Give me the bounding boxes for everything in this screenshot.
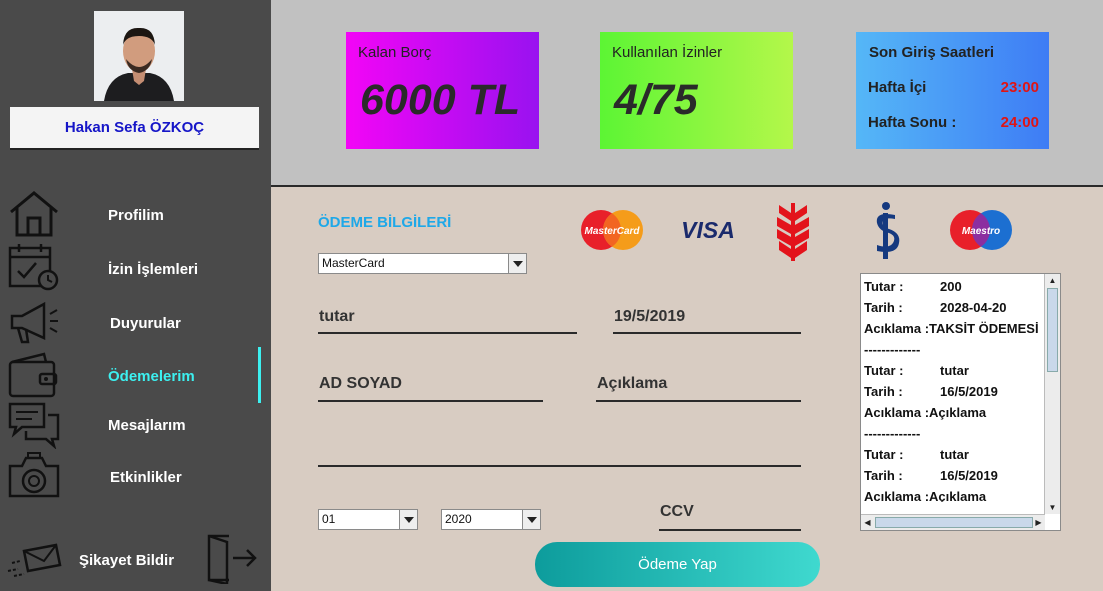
payment-history-content: Tutar :200 Tarih :2028-04-20 Acıklama :T… [864,276,1044,502]
debt-card: Kalan Borç 6000 TL [346,32,539,149]
calendar-icon [8,244,59,291]
visa-text: VISA [681,217,735,243]
name-field[interactable]: AD SOYAD [318,375,543,402]
maestro-text: Maestro [962,226,1000,237]
month-select[interactable]: 01 [318,509,418,530]
wallet-icon [8,352,58,398]
nav-izin-islemleri[interactable]: İzin İşlemleri [108,261,198,278]
nav-odemelerim[interactable]: Ödemelerim [108,368,195,385]
chevron-down-icon[interactable] [508,254,526,273]
scroll-up-icon[interactable]: ▲ [1046,274,1059,287]
list-separator: ------------- [864,426,921,441]
list-item: Tutar : tutar [864,447,969,462]
card-type-select[interactable]: MasterCard [318,253,527,274]
weekday-time: 23:00 [1000,79,1039,96]
year-value: 2020 [445,512,472,526]
user-name: Hakan Sefa ÖZKOÇ [64,119,205,136]
card-type-value: MasterCard [322,256,385,270]
list-item: Acıklama : Açıklama [864,489,987,502]
scroll-left-icon[interactable]: ◀ [861,516,874,529]
list-item: Tarih :2028-04-20 [864,300,1007,315]
list-separator: ------------- [864,342,921,357]
login-times-card: Son Giriş Saatleri Hafta İçi 23:00 Hafta… [856,32,1049,149]
scroll-right-icon[interactable]: ▶ [1032,516,1045,529]
list-item: Acıklama : TAKSİT ÖDEMESİ [864,321,1039,336]
list-item: Tarih :16/5/2019 [864,384,998,399]
logout-icon[interactable] [205,532,259,584]
extra-field[interactable] [318,433,801,467]
visa-logo: VISA [681,217,735,243]
horizontal-scroll-thumb[interactable] [875,517,1033,528]
payment-title: ÖDEME BİLGİLERİ [318,214,452,231]
leave-card: Kullanılan İzinler 4/75 [600,32,793,149]
envelope-icon [7,543,62,577]
isbank-logo [876,202,900,259]
scroll-down-icon[interactable]: ▼ [1046,501,1059,514]
chevron-down-icon[interactable] [522,510,540,529]
list-item: Tarih :16/5/2019 [864,468,998,483]
list-item: Acıklama : Açıklama [864,405,987,420]
description-field[interactable]: Açıklama [596,375,801,402]
month-value: 01 [322,512,336,526]
chevron-down-icon[interactable] [399,510,417,529]
summary-panel: Kalan Borç 6000 TL Kullanılan İzinler 4/… [271,0,1103,187]
ccv-field[interactable]: CCV [659,503,801,531]
mastercard-text: MasterCard [584,226,640,237]
nav-profilim[interactable]: Profilim [108,207,164,224]
pay-button[interactable]: Ödeme Yap [535,542,820,587]
maestro-logo: Maestro [950,210,1012,250]
vertical-scroll-thumb[interactable] [1047,288,1058,372]
login-times-title: Son Giriş Saatleri [869,44,995,61]
avatar [94,11,184,101]
nav-duyurular[interactable]: Duyurular [110,315,181,332]
debt-value: 6000 TL [360,76,521,124]
active-nav-indicator [258,347,261,403]
leave-value: 4/75 [614,76,698,124]
date-field[interactable]: 19/5/2019 [613,308,801,334]
vertical-scrollbar[interactable]: ▲ ▼ [1044,274,1060,514]
payment-form: ÖDEME BİLGİLERİ MasterCard VISA Maestro … [271,189,1103,591]
nav-etkinlikler[interactable]: Etkinlikler [110,469,182,486]
leave-title: Kullanılan İzinler [612,44,723,61]
camera-icon [8,452,60,498]
weekend-label: Hafta Sonu : [868,114,957,131]
nav-mesajlarim[interactable]: Mesajlarım [108,417,186,434]
user-name-box: Hakan Sefa ÖZKOÇ [10,107,259,150]
megaphone-icon [10,301,58,344]
list-item: Tutar : tutar [864,363,969,378]
weekday-label: Hafta İçi [868,79,927,96]
weekend-time: 24:00 [1000,114,1039,131]
horizontal-scrollbar[interactable]: ◀ ▶ [861,514,1045,530]
chat-icon [8,402,60,449]
home-icon [10,191,58,237]
sidebar: Hakan Sefa ÖZKOÇ Profilim İzin İşlemleri… [0,0,271,591]
payment-history-list[interactable]: Tutar :200 Tarih :2028-04-20 Acıklama :T… [860,273,1061,531]
amount-field[interactable]: tutar [318,308,577,334]
debt-title: Kalan Borç [358,44,432,61]
mastercard-logo: MasterCard [581,210,643,250]
ziraat-logo [777,203,809,261]
year-select[interactable]: 2020 [441,509,541,530]
list-item: Tutar :200 [864,279,962,294]
complaint-link[interactable]: Şikayet Bildir [79,552,174,569]
